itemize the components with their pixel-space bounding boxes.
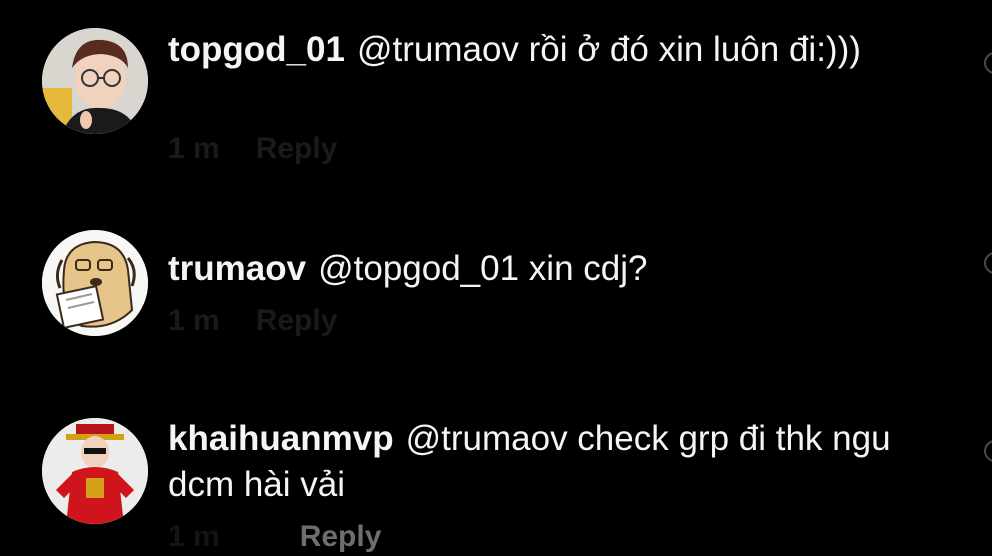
- comment-body: @topgod_01 xin cdj?: [318, 249, 648, 288]
- avatar[interactable]: [42, 418, 148, 524]
- comment-username[interactable]: khaihuanmvp: [168, 419, 394, 458]
- reply-button[interactable]: Reply: [256, 132, 338, 165]
- avatar[interactable]: [42, 28, 148, 134]
- heart-icon[interactable]: [984, 52, 992, 74]
- comment-meta: 1 m Reply: [168, 520, 381, 554]
- comment-text: trumaov @topgod_01 xin cdj?: [168, 246, 928, 292]
- comment-item: topgod_01 @trumaov rồi ở đó xin luôn đi:)…: [0, 0, 992, 180]
- comment-time: 1 m: [168, 520, 220, 553]
- comment-body: @trumaov rồi ở đó xin luôn đi:))): [356, 30, 861, 69]
- comment-text: khaihuanmvp @trumaov check grp đi thk ngu…: [168, 416, 928, 508]
- comment-meta: 1 m Reply: [168, 132, 337, 166]
- reply-button[interactable]: Reply: [300, 520, 382, 553]
- heart-icon[interactable]: [984, 440, 992, 462]
- comment-item: khaihuanmvp @trumaov check grp đi thk ngu…: [0, 400, 992, 556]
- cartoon-dog-reading-icon: [42, 230, 148, 336]
- comment-time: 1 m: [168, 132, 220, 165]
- comment-username[interactable]: trumaov: [168, 249, 306, 288]
- comment-time: 1 m: [168, 304, 220, 337]
- person-with-glasses-icon: [42, 28, 148, 134]
- comment-text: topgod_01 @trumaov rồi ở đó xin luôn đi:)…: [168, 27, 928, 73]
- reply-button[interactable]: Reply: [256, 304, 338, 337]
- comment-item: trumaov @topgod_01 xin cdj? 1 m Reply: [0, 200, 992, 350]
- person-in-red-costume-icon: [42, 418, 148, 524]
- comment-meta: 1 m Reply: [168, 304, 337, 338]
- avatar[interactable]: [42, 230, 148, 336]
- heart-icon[interactable]: [984, 252, 992, 274]
- comment-username[interactable]: topgod_01: [168, 30, 345, 69]
